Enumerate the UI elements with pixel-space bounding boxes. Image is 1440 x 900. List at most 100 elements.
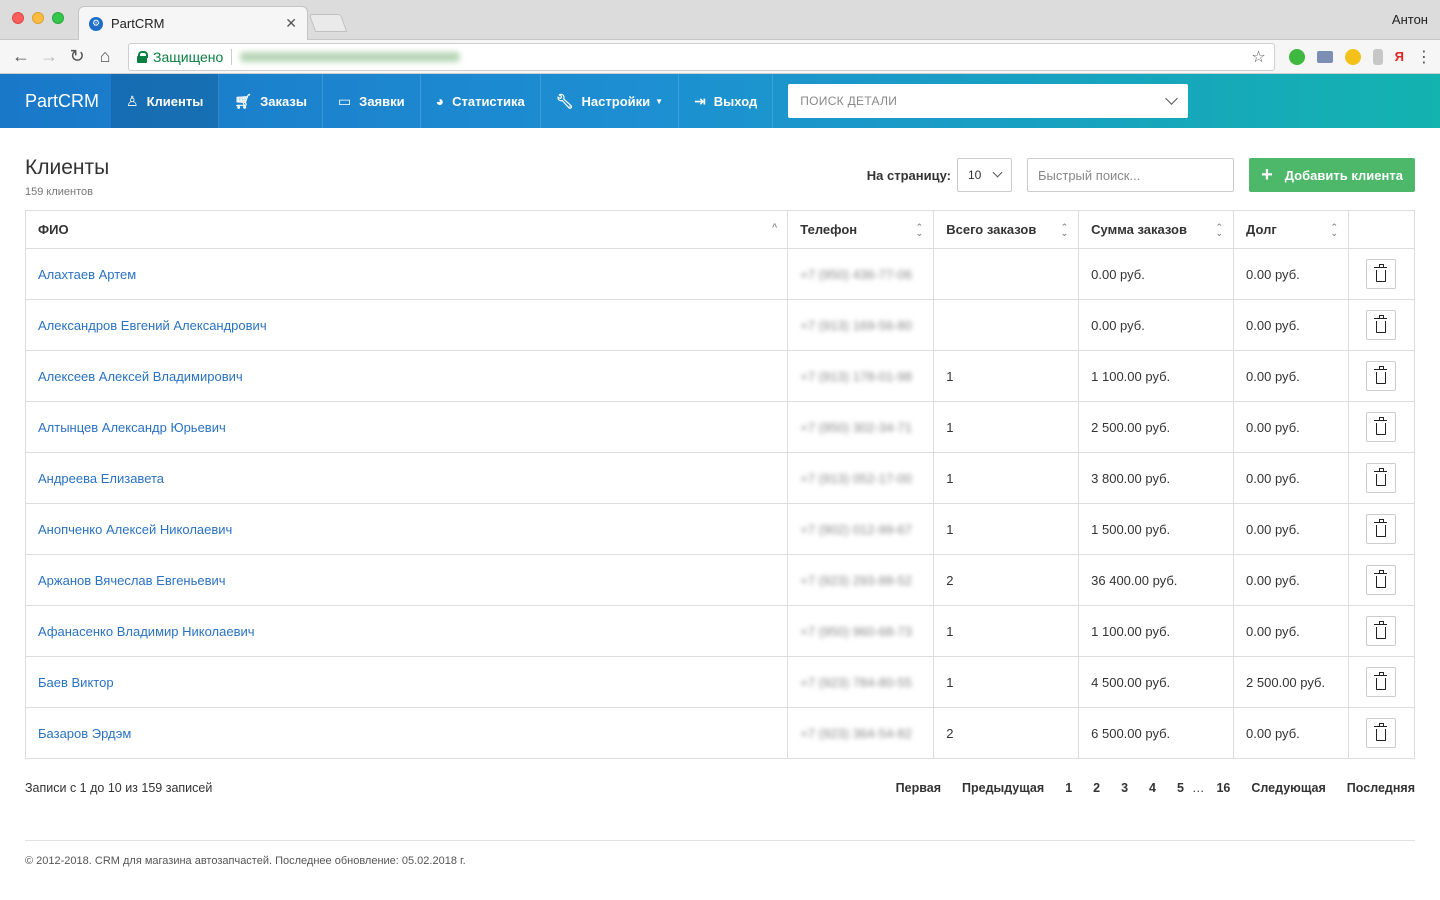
mail-icon[interactable] — [1316, 50, 1333, 63]
maximize-window-button[interactable] — [52, 12, 64, 24]
cell-actions — [1347, 554, 1416, 606]
close-window-button[interactable] — [12, 12, 24, 24]
page-number[interactable]: 16 — [1216, 781, 1230, 795]
cell-actions — [1347, 452, 1416, 504]
bookmark-star-icon[interactable]: ☆ — [1251, 47, 1265, 67]
cell-name: Баев Виктор — [24, 656, 789, 708]
cell-orders: 1 — [933, 605, 1080, 657]
cell-phone: +7 (913) 052-17-00 — [787, 452, 935, 504]
page-number[interactable]: 4 — [1149, 781, 1156, 795]
delete-button[interactable] — [1366, 565, 1397, 595]
nav-item-clients[interactable]: ♙ Клиенты — [111, 74, 220, 128]
pagination: Первая Предыдущая 1 2 3 4 5 … 16 Следующ… — [875, 781, 1415, 795]
client-name-link[interactable]: Андреева Елизавета — [38, 471, 164, 486]
app-navbar: PartCRM ♙ Клиенты 🛒︎ Заказы ▭ Заявки ◕ С… — [0, 74, 1440, 128]
address-bar[interactable]: Защищено ☆ — [128, 42, 1275, 71]
back-arrow-icon[interactable]: ← — [8, 44, 34, 70]
client-name-link[interactable]: Базаров Эрдэм — [38, 726, 131, 741]
page-last[interactable]: Последняя — [1347, 781, 1415, 795]
sort-icon: ⌃ ⌄ — [1330, 222, 1338, 238]
client-phone: +7 (913) 052-17-00 — [800, 470, 912, 486]
client-name-link[interactable]: Афанасенко Владимир Николаевич — [38, 624, 255, 639]
client-name-link[interactable]: Алтынцев Александр Юрьевич — [38, 420, 226, 435]
logout-icon: ⇥ — [694, 92, 706, 109]
page-number[interactable]: 2 — [1093, 781, 1100, 795]
client-name-link[interactable]: Алексеев Алексей Владимирович — [38, 369, 243, 384]
cell-sum: 1 100.00 руб. — [1078, 605, 1235, 657]
minimize-window-button[interactable] — [32, 12, 44, 24]
pagination-row: Записи с 1 до 10 из 159 записей Первая П… — [25, 781, 1415, 795]
page-number[interactable]: 3 — [1121, 781, 1128, 795]
cell-debt: 0.00 руб. — [1233, 299, 1349, 351]
yandex-icon[interactable]: Я — [1395, 49, 1404, 64]
nav-item-label: Настройки — [581, 93, 651, 109]
page-first[interactable]: Первая — [896, 781, 941, 795]
delete-button[interactable] — [1366, 259, 1397, 289]
profile-name[interactable]: Антон — [1392, 12, 1428, 27]
nav-item-orders[interactable]: 🛒︎ Заказы — [219, 74, 323, 128]
page-number[interactable]: 5 — [1177, 781, 1184, 795]
cell-actions — [1347, 503, 1416, 555]
url-divider — [231, 48, 233, 65]
client-phone: +7 (923) 293-88-52 — [800, 572, 912, 588]
tab-close-icon[interactable]: ✕ — [285, 15, 297, 32]
column-header-phone[interactable]: Телефон ⌃ ⌄ — [787, 210, 935, 249]
quick-search-input[interactable]: Быстрый поиск... — [1027, 158, 1234, 192]
home-icon[interactable]: ⌂ — [92, 44, 118, 70]
delete-button[interactable] — [1366, 463, 1397, 493]
client-name-link[interactable]: Аржанов Вячеслав Евгеньевич — [38, 573, 226, 588]
client-name-link[interactable]: Александров Евгений Александрович — [38, 318, 267, 333]
part-search-select[interactable]: ПОИСК ДЕТАЛИ — [788, 84, 1189, 118]
delete-button[interactable] — [1366, 616, 1397, 646]
chevron-down-icon — [992, 167, 1003, 178]
page-number[interactable]: 1 — [1065, 781, 1072, 795]
new-tab-button[interactable] — [308, 14, 348, 32]
delete-button[interactable] — [1366, 718, 1397, 748]
delete-button[interactable] — [1366, 667, 1397, 697]
column-header-debt[interactable]: Долг ⌃ ⌄ — [1233, 210, 1349, 249]
brand-logo[interactable]: PartCRM — [0, 74, 111, 128]
user-icon: ♙ — [126, 92, 139, 109]
table-row: Афанасенко Владимир Николаевич +7 (950) 9… — [24, 605, 1416, 657]
delete-button[interactable] — [1366, 514, 1397, 544]
table-body: Алахтаев Артем +7 (950) 436-77-06 0.00 руб… — [24, 248, 1416, 759]
cell-actions — [1347, 605, 1416, 657]
column-header-sum[interactable]: Сумма заказов ⌃ ⌄ — [1078, 210, 1235, 249]
delete-button[interactable] — [1366, 361, 1397, 391]
menu-dots-icon[interactable]: ⋮ — [1416, 47, 1432, 67]
column-header-orders[interactable]: Всего заказов ⌃ ⌄ — [933, 210, 1080, 249]
perpage-select[interactable]: 10 — [957, 158, 1012, 192]
nav-item-statistics[interactable]: ◕ Статистика — [421, 74, 541, 128]
client-name-link[interactable]: Алахтаев Артем — [38, 267, 136, 282]
table-row: Анопченко Алексей Николаевич +7 (902) 012… — [24, 503, 1416, 555]
cell-orders: 1 — [933, 350, 1080, 402]
page-prev[interactable]: Предыдущая — [962, 781, 1044, 795]
tab-title: PartCRM — [111, 16, 165, 31]
client-name-link[interactable]: Анопченко Алексей Николаевич — [38, 522, 232, 537]
delete-button[interactable] — [1366, 412, 1397, 442]
extension-grey-icon[interactable] — [1372, 48, 1383, 65]
cell-phone: +7 (950) 302-34-71 — [787, 401, 935, 453]
cell-sum: 36 400.00 руб. — [1078, 554, 1235, 606]
page-next[interactable]: Следующая — [1251, 781, 1325, 795]
cell-phone: +7 (950) 436-77-06 — [787, 248, 935, 300]
reload-icon[interactable]: ↻ — [64, 44, 90, 70]
main-content: Клиенты 159 клиентов На страницу: 10 Быс… — [0, 128, 1440, 867]
browser-tab[interactable]: ⚙ PartCRM ✕ — [78, 6, 308, 40]
trash-icon — [1374, 722, 1388, 741]
nav-item-logout[interactable]: ⇥ Выход — [679, 74, 774, 128]
chevron-down-icon — [1165, 92, 1179, 105]
nav-item-settings[interactable]: 🔧︎ Настройки ▼ — [541, 74, 680, 128]
extension-yellow-icon[interactable] — [1344, 48, 1361, 65]
column-header-name[interactable]: ФИО ^ — [24, 210, 789, 249]
extension-green-icon[interactable] — [1288, 48, 1305, 65]
cell-debt: 0.00 руб. — [1233, 401, 1349, 453]
chat-icon: ▭ — [337, 92, 352, 109]
delete-button[interactable] — [1366, 310, 1397, 340]
cell-actions — [1347, 707, 1416, 759]
cell-debt: 2 500.00 руб. — [1233, 656, 1349, 708]
add-client-button[interactable]: + Добавить клиента — [1249, 158, 1415, 192]
nav-item-requests[interactable]: ▭ Заявки — [323, 74, 421, 128]
client-name-link[interactable]: Баев Виктор — [38, 675, 114, 690]
forward-arrow-icon[interactable]: → — [36, 44, 62, 70]
